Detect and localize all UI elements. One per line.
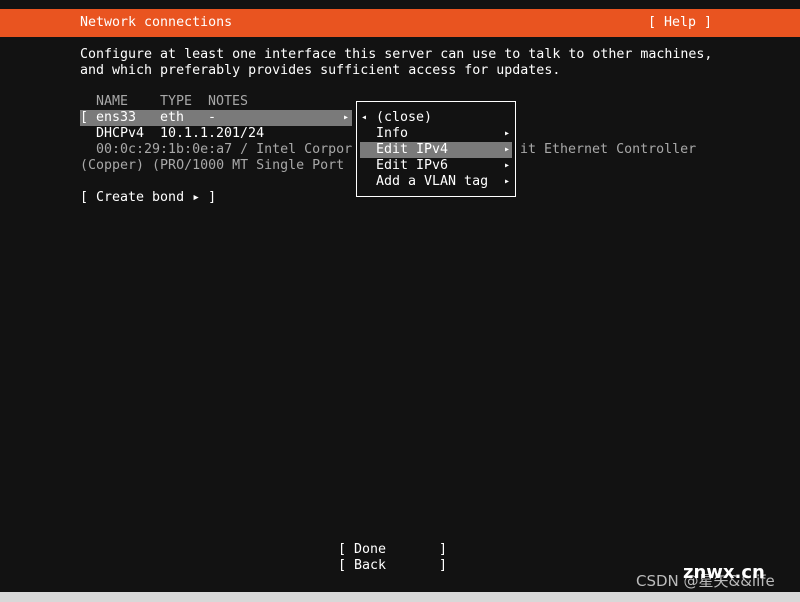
watermark-overlay: znwx.cn <box>683 562 765 583</box>
column-type: TYPE <box>160 94 193 109</box>
bottom-strip <box>0 592 800 602</box>
installer-screen: Network connections [ Help ] Configure a… <box>0 0 800 592</box>
row-bracket: [ <box>80 110 89 125</box>
intro-line-1: Configure at least one interface this se… <box>80 47 713 62</box>
done-button-end[interactable]: ] <box>439 542 447 558</box>
chevron-right-icon: ▸ <box>504 160 511 171</box>
interface-name: ens33 <box>96 110 137 125</box>
menu-item-edit-ipv4[interactable]: Edit IPv4 <box>376 142 448 158</box>
address-method: DHCPv4 <box>96 126 145 141</box>
column-name: NAME <box>96 94 129 109</box>
interface-info-right: it Ethernet Controller <box>520 142 697 157</box>
address-value: 10.1.1.201/24 <box>160 126 265 141</box>
interface-info-line2: (Copper) (PRO/1000 MT Single Port <box>80 158 345 173</box>
menu-item-close[interactable]: (close) <box>376 110 432 126</box>
intro-line-2: and which preferably provides sufficient… <box>80 63 561 78</box>
menu-item-add-vlan-tag[interactable]: Add a VLAN tag <box>376 174 488 190</box>
row-arrow-icon: ▸ <box>343 112 350 123</box>
help-button[interactable]: [ Help ] <box>648 15 712 31</box>
page-title: Network connections <box>80 15 233 30</box>
chevron-right-icon: ▸ <box>504 128 511 139</box>
menu-item-edit-ipv6[interactable]: Edit IPv6 <box>376 158 448 174</box>
interface-info-left: 00:0c:29:1b:0e:a7 / Intel Corpor <box>96 142 353 157</box>
chevron-right-icon: ▸ <box>504 144 511 155</box>
back-button-end[interactable]: ] <box>439 558 447 574</box>
column-notes: NOTES <box>208 94 249 109</box>
done-button[interactable]: [ Done <box>338 542 386 558</box>
close-arrow-icon: ◂ <box>361 112 368 123</box>
chevron-right-icon: ▸ <box>504 176 511 187</box>
interface-notes: - <box>208 110 217 125</box>
interface-type: eth <box>160 110 185 125</box>
menu-item-info[interactable]: Info <box>376 126 408 142</box>
back-button[interactable]: [ Back <box>338 558 386 574</box>
create-bond-button[interactable]: [ Create bond ▸ ] <box>80 190 216 206</box>
